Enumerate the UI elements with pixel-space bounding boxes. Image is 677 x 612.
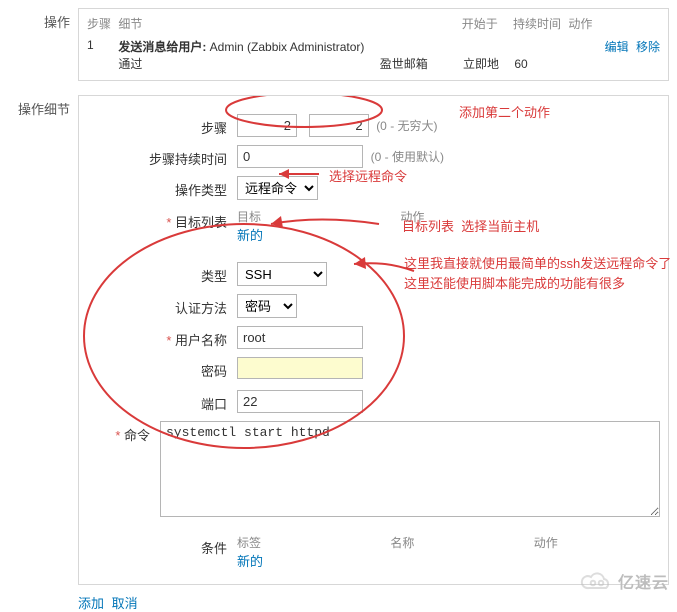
cond-col-label: 标签	[237, 534, 387, 551]
ops-header: 步骤 细节 开始于 持续时间 动作	[87, 15, 660, 38]
col-action: 动作	[568, 15, 598, 32]
auth-select[interactable]: 密码	[237, 294, 297, 318]
ops-row-via-label: 通过	[118, 57, 142, 71]
label-password: 密码	[87, 357, 237, 380]
col-step: 步骤	[87, 15, 115, 32]
step-infinite-hint: (0 - 无穷大)	[376, 119, 437, 133]
col-detail: 细节	[118, 15, 458, 32]
watermark: 亿速云	[580, 569, 669, 593]
target-col-action: 动作	[400, 208, 480, 225]
step-from-input[interactable]	[237, 114, 297, 137]
col-start: 开始于	[462, 15, 510, 32]
label-username: 用户名称	[87, 326, 237, 349]
add-link[interactable]: 添加	[78, 596, 104, 611]
duration-input[interactable]	[237, 145, 363, 168]
port-input[interactable]	[237, 390, 363, 413]
ops-box: 步骤 细节 开始于 持续时间 动作 1 发送消息给用户: Admin (Zabb…	[78, 8, 669, 81]
footer-links: 添加 取消	[78, 593, 669, 612]
target-col-target: 目标	[237, 208, 397, 225]
ops-row-user: Admin (Zabbix Administrator)	[206, 40, 364, 54]
label-duration: 步骤持续时间	[87, 145, 237, 168]
label-target-list: 目标列表	[87, 208, 237, 231]
command-textarea[interactable]: systemctl start httpd	[160, 421, 660, 517]
ops-row-via-value: 盈世邮箱	[380, 55, 460, 72]
cond-col-name: 名称	[390, 534, 530, 551]
remove-link[interactable]: 移除	[636, 40, 660, 54]
label-step: 步骤	[87, 114, 237, 137]
watermark-text: 亿速云	[618, 569, 669, 593]
ops-row-idx: 1	[87, 38, 115, 52]
cond-new-link[interactable]: 新的	[237, 554, 263, 569]
ops-section-label: 操作	[8, 8, 70, 31]
op-type-select[interactable]: 远程命令	[237, 176, 318, 200]
label-command: 命令	[87, 421, 160, 444]
label-op-type: 操作类型	[87, 176, 237, 199]
details-box: 步骤 - (0 - 无穷大) 步骤持续时间 (0 - 使用默认) 操作类型 远程…	[78, 95, 669, 585]
step-to-input[interactable]	[309, 114, 369, 137]
ops-row: 1 发送消息给用户: Admin (Zabbix Administrator) …	[87, 38, 660, 72]
cond-col-action: 动作	[534, 534, 614, 551]
type-select[interactable]: SSH	[237, 262, 327, 286]
label-port: 端口	[87, 390, 237, 413]
ops-row-start: 立即地	[463, 55, 511, 72]
cloud-icon	[580, 571, 614, 591]
label-conditions: 条件	[87, 534, 237, 557]
username-input[interactable]	[237, 326, 363, 349]
edit-link[interactable]: 编辑	[605, 40, 629, 54]
details-section-label: 操作细节	[8, 95, 70, 118]
ops-row-duration: 60	[514, 57, 534, 71]
password-input[interactable]	[237, 357, 363, 379]
duration-hint: (0 - 使用默认)	[371, 150, 444, 164]
col-duration: 持续时间	[513, 15, 565, 32]
ops-row-prefix: 发送消息给用户:	[118, 40, 206, 54]
cancel-link[interactable]: 取消	[112, 596, 138, 611]
label-type: 类型	[87, 262, 237, 285]
target-new-link[interactable]: 新的	[237, 228, 263, 243]
label-auth: 认证方法	[87, 294, 237, 317]
